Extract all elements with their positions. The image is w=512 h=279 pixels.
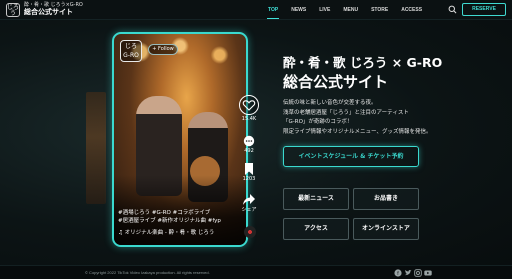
facebook-icon[interactable]: f — [394, 269, 402, 277]
song-title[interactable]: ♫ オリジナル楽曲 - 酔・肴・歌 じろう — [118, 228, 243, 236]
desc-line: 「G-RO」が奇跡のコラボ！ — [283, 119, 353, 125]
instagram-icon[interactable] — [414, 269, 422, 277]
comment-count: 492 — [244, 148, 254, 154]
brand[interactable]: 酔・肴・歌 じろう×G-RO 総合公式サイト — [24, 3, 83, 16]
nav-item-top[interactable]: TOP — [266, 7, 280, 19]
nav-item-store[interactable]: STORE — [371, 7, 388, 13]
site-footer: © Copyright 2022 TikTok Video Izakaya pr… — [0, 265, 512, 279]
news-button[interactable]: 最新ニュース — [283, 188, 349, 210]
youtube-icon[interactable] — [424, 269, 432, 277]
like-action[interactable]: 15.4K — [237, 95, 261, 122]
access-button[interactable]: アクセス — [283, 218, 349, 240]
desc-line: 伝統の味と新しい音色が交差する夜。 — [283, 100, 377, 106]
nav-item-news[interactable]: NEWS — [291, 7, 306, 13]
comment-action[interactable]: 492 — [237, 135, 261, 154]
nav-item-menu[interactable]: MENU — [343, 7, 358, 13]
event-schedule-button[interactable]: イベントスケジュール & チケット予約 — [283, 146, 419, 167]
comment-icon — [243, 135, 255, 147]
site-header: じろう 酔・肴・歌 じろう×G-RO 総合公式サイト TOP NEWS LIVE… — [0, 0, 512, 20]
bookmark-icon — [245, 163, 253, 175]
nav-item-live[interactable]: LIVE — [319, 7, 330, 13]
share-label: シェア — [241, 207, 257, 213]
hashtags-line-2[interactable]: #居酒屋ライブ #新作オリジナル曲 #fyp — [118, 217, 228, 225]
twitter-icon[interactable] — [404, 269, 412, 277]
nav-item-access[interactable]: ACCESS — [401, 7, 422, 13]
share-action[interactable]: シェア — [237, 194, 261, 213]
like-count: 15.4K — [241, 116, 257, 122]
copyright-text: © Copyright 2022 TikTok Video Izakaya pr… — [85, 270, 210, 275]
bookmark-action[interactable]: 1203 — [237, 163, 261, 182]
follow-button[interactable]: + Follow — [148, 44, 178, 55]
desc-line: 限定ライブ情報やオリジナルメニュー、グッズ情報を発信。 — [283, 128, 432, 135]
hero-title-line-2: 総合公式サイト — [283, 73, 389, 91]
heart-icon — [239, 95, 259, 115]
online-store-button[interactable]: オンラインストア — [353, 218, 419, 240]
share-icon — [243, 194, 255, 205]
main-nav: TOP NEWS LIVE MENU STORE ACCESS — [266, 0, 435, 20]
music-disc-icon[interactable] — [244, 226, 256, 238]
bookmark-count: 1203 — [242, 176, 256, 182]
brand-title: 総合公式サイト — [24, 8, 73, 16]
channel-avatar[interactable]: じろ G-RO — [120, 40, 142, 62]
video-hashtags: #酒場じろう #G-RO #コラボライブ #居酒屋ライブ #新作オリジナル曲 #… — [118, 209, 228, 225]
hashtags-line-1[interactable]: #酒場じろう #G-RO #コラボライブ — [118, 209, 228, 217]
logo-icon[interactable]: じろう — [6, 3, 20, 17]
desc-line: 浅草の老舗居酒屋「じろう」と注目のアーティスト — [283, 109, 409, 116]
menu-button[interactable]: お品書き — [353, 188, 419, 210]
hero-title-line-1: 酔・肴・歌 じろう × G-RO — [283, 55, 443, 70]
hero-description: 伝統の味と新しい音色が交差する夜。 浅草の老舗居酒屋「じろう」と注目のアーティス… — [283, 99, 503, 137]
side-photo — [86, 92, 106, 204]
search-icon[interactable] — [448, 5, 457, 14]
reserve-button[interactable]: RESERVE — [462, 3, 506, 16]
